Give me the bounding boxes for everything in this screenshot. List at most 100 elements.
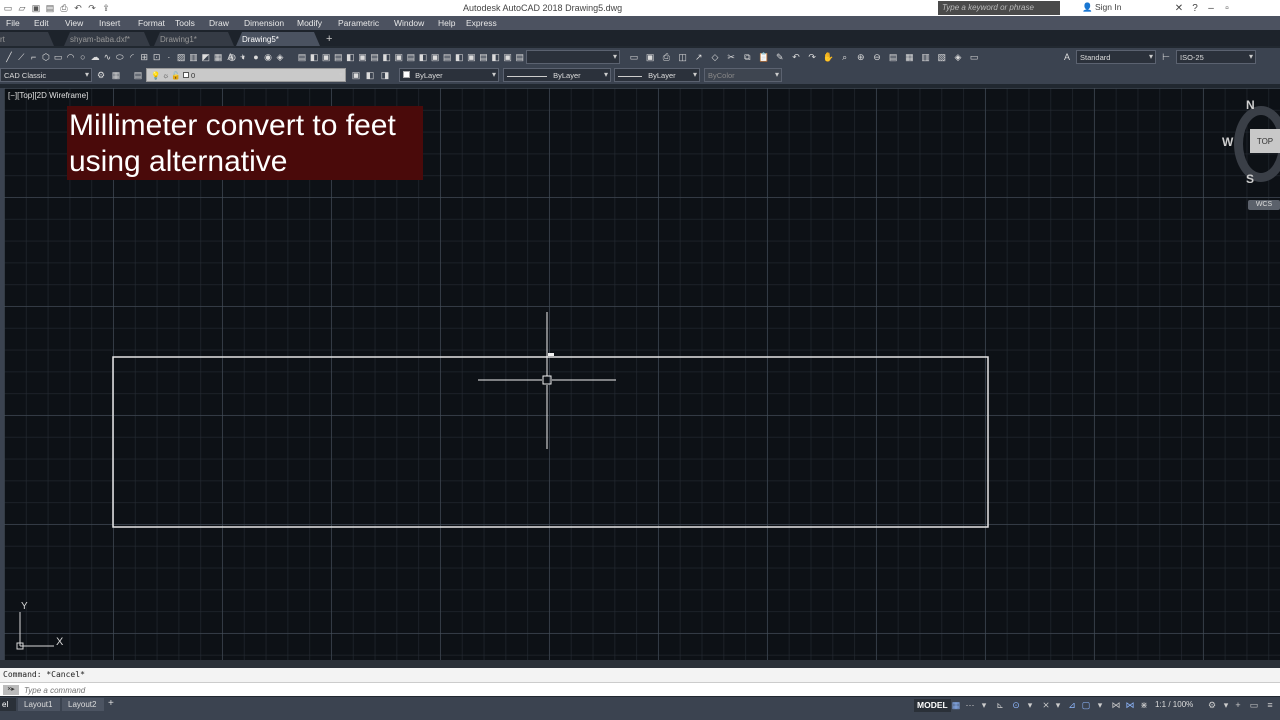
customization-icon[interactable]: ≡ <box>1264 699 1276 711</box>
toolpalettes-icon[interactable]: ◧ <box>453 51 465 63</box>
menu-modify[interactable]: Modify <box>291 16 332 30</box>
workspace-dropdown-icon[interactable]: ▾ <box>1220 699 1232 711</box>
realistic-icon[interactable]: ● <box>250 51 262 63</box>
layout-icon[interactable]: ▤ <box>514 51 526 63</box>
markup-set-icon[interactable]: ◈ <box>952 51 964 63</box>
rectangle-icon[interactable]: ▭ <box>52 51 64 63</box>
revcloud-icon[interactable]: ☁ <box>89 51 101 63</box>
viewport-controls-label[interactable]: [−][Top][2D Wireframe] <box>8 91 88 100</box>
model-space-button[interactable]: MODEL <box>914 699 951 712</box>
tab-drawing5[interactable]: Drawing5* <box>236 32 320 46</box>
object-snap-icon[interactable]: ▢ <box>1080 699 1092 711</box>
menu-parametric[interactable]: Parametric <box>332 16 388 30</box>
menu-format[interactable]: Format <box>132 16 169 30</box>
workspace-select[interactable]: CAD Classic <box>0 68 92 82</box>
new-file-icon[interactable]: ▭ <box>2 2 14 14</box>
color-sphere-icon[interactable]: ◉ <box>262 51 274 63</box>
arc-icon[interactable]: ◠ <box>65 51 77 63</box>
tab-start[interactable]: rt <box>0 32 54 46</box>
add-layout-plus-icon[interactable]: + <box>108 698 114 709</box>
text-style-icon[interactable]: A <box>1061 51 1073 63</box>
menu-dimension[interactable]: Dimension <box>238 16 291 30</box>
isolate-objects-icon[interactable]: + <box>1232 699 1244 711</box>
snap-dropdown-icon[interactable]: ▾ <box>978 699 990 711</box>
table-icon[interactable]: ▦ <box>212 51 224 63</box>
auto-scale-icon[interactable]: ⋈ <box>1124 699 1136 711</box>
sheet-set-icon[interactable]: ▧ <box>936 51 948 63</box>
gear-icon[interactable]: ⚙ <box>95 69 107 81</box>
calculator-icon[interactable]: ▭ <box>968 51 980 63</box>
menu-edit[interactable]: Edit <box>28 16 59 30</box>
exchange-icon[interactable]: ✕ <box>1172 1 1186 15</box>
shade-icon[interactable]: ◐ <box>238 51 250 63</box>
circle-icon[interactable]: ○ <box>77 51 89 63</box>
search-input[interactable]: Type a keyword or phrase <box>938 1 1060 15</box>
grid-display-icon[interactable]: ▦ <box>950 699 962 711</box>
zoom-previous-icon[interactable]: ⊖ <box>871 51 883 63</box>
copy-icon[interactable]: ⧉ <box>741 51 753 63</box>
angle-icon[interactable]: ▣ <box>320 51 332 63</box>
time-icon[interactable]: ◧ <box>381 51 393 63</box>
construction-line-icon[interactable]: ⟋ <box>15 51 27 63</box>
annotation-scale-icon[interactable]: ⋇ <box>1138 699 1150 711</box>
command-close-icon[interactable]: ×▸ <box>3 685 19 695</box>
tab-drawing1[interactable]: Drawing1* <box>154 32 234 46</box>
save-icon[interactable]: ▣ <box>30 2 42 14</box>
undo-icon[interactable]: ↶ <box>790 51 802 63</box>
save-as-icon[interactable]: ▤ <box>44 2 56 14</box>
zoom-realtime-icon[interactable]: ⌕ <box>839 51 851 63</box>
viewcube[interactable]: N S W TOP WCS <box>1218 96 1280 214</box>
tool-palettes-icon[interactable]: ▥ <box>920 51 932 63</box>
zoom-window-icon[interactable]: ⊕ <box>855 51 867 63</box>
compass-west[interactable]: W <box>1222 135 1233 149</box>
open-icon[interactable]: ▭ <box>628 51 640 63</box>
layer-select[interactable]: 💡 ☼ 🔓 0 <box>146 68 346 82</box>
named-view-select[interactable] <box>526 50 620 64</box>
tab-layout1[interactable]: Layout1 <box>18 698 60 711</box>
id-icon[interactable]: ▤ <box>369 51 381 63</box>
pan-icon[interactable]: ✋ <box>822 51 834 63</box>
ellipse-icon[interactable]: ⬭ <box>114 51 126 63</box>
hatch-icon[interactable]: ▨ <box>175 51 187 63</box>
tab-layout2[interactable]: Layout2 <box>62 698 104 711</box>
insert-block-icon[interactable]: ⊞ <box>138 51 150 63</box>
polar-dropdown-icon[interactable]: ▾ <box>1024 699 1036 711</box>
render-sphere-icon[interactable]: ◍ <box>226 51 238 63</box>
wcs-menu[interactable]: WCS <box>1248 200 1280 210</box>
redo-icon[interactable]: ↷ <box>806 51 818 63</box>
infer-constraints-icon[interactable]: ⊾ <box>994 699 1006 711</box>
matchprop-icon[interactable]: ✎ <box>774 51 786 63</box>
print-icon[interactable]: ⎙ <box>58 2 70 14</box>
menu-window[interactable]: Window <box>388 16 432 30</box>
menu-insert[interactable]: Insert <box>93 16 132 30</box>
snap-mode-icon[interactable]: ⋯ <box>964 699 976 711</box>
previous-layer-icon[interactable]: ◨ <box>379 69 391 81</box>
dist-icon[interactable]: ▤ <box>296 51 308 63</box>
properties-icon[interactable]: ▣ <box>429 51 441 63</box>
redo-icon[interactable]: ↷ <box>86 2 98 14</box>
plot-icon[interactable]: ⎙ <box>660 51 672 63</box>
status-icon[interactable]: ▣ <box>393 51 405 63</box>
quickcalc-icon[interactable]: ◧ <box>490 51 502 63</box>
spline-icon[interactable]: ∿ <box>101 51 113 63</box>
maximize-icon[interactable]: ▫ <box>1220 1 1234 15</box>
make-current-icon[interactable]: ▣ <box>350 69 362 81</box>
publish-icon[interactable]: ↗ <box>693 51 705 63</box>
radius-icon[interactable]: ◧ <box>308 51 320 63</box>
tab-model[interactable]: el <box>0 698 16 711</box>
share-icon[interactable]: ⇪ <box>100 2 112 14</box>
viewcube-top-face[interactable]: TOP <box>1250 129 1280 153</box>
lineweight-select[interactable]: ByLayer <box>614 68 700 82</box>
workspace-switch-gear-icon[interactable]: ⚙ <box>1206 699 1218 711</box>
make-block-icon[interactable]: ⊡ <box>151 51 163 63</box>
menu-draw[interactable]: Draw <box>203 16 238 30</box>
grid-icon[interactable]: ▦ <box>110 69 122 81</box>
clean-screen-icon[interactable]: ▭ <box>1248 699 1260 711</box>
gradient-icon[interactable]: ▥ <box>188 51 200 63</box>
annotation-scale-label[interactable]: 1:1 / 100% <box>1155 700 1193 709</box>
new-tab-plus-icon[interactable]: + <box>326 33 332 45</box>
menu-view[interactable]: View <box>59 16 93 30</box>
text-style-select[interactable]: Standard <box>1076 50 1156 64</box>
menu-file[interactable]: File <box>0 16 28 30</box>
materials-icon[interactable]: ◈ <box>274 51 286 63</box>
